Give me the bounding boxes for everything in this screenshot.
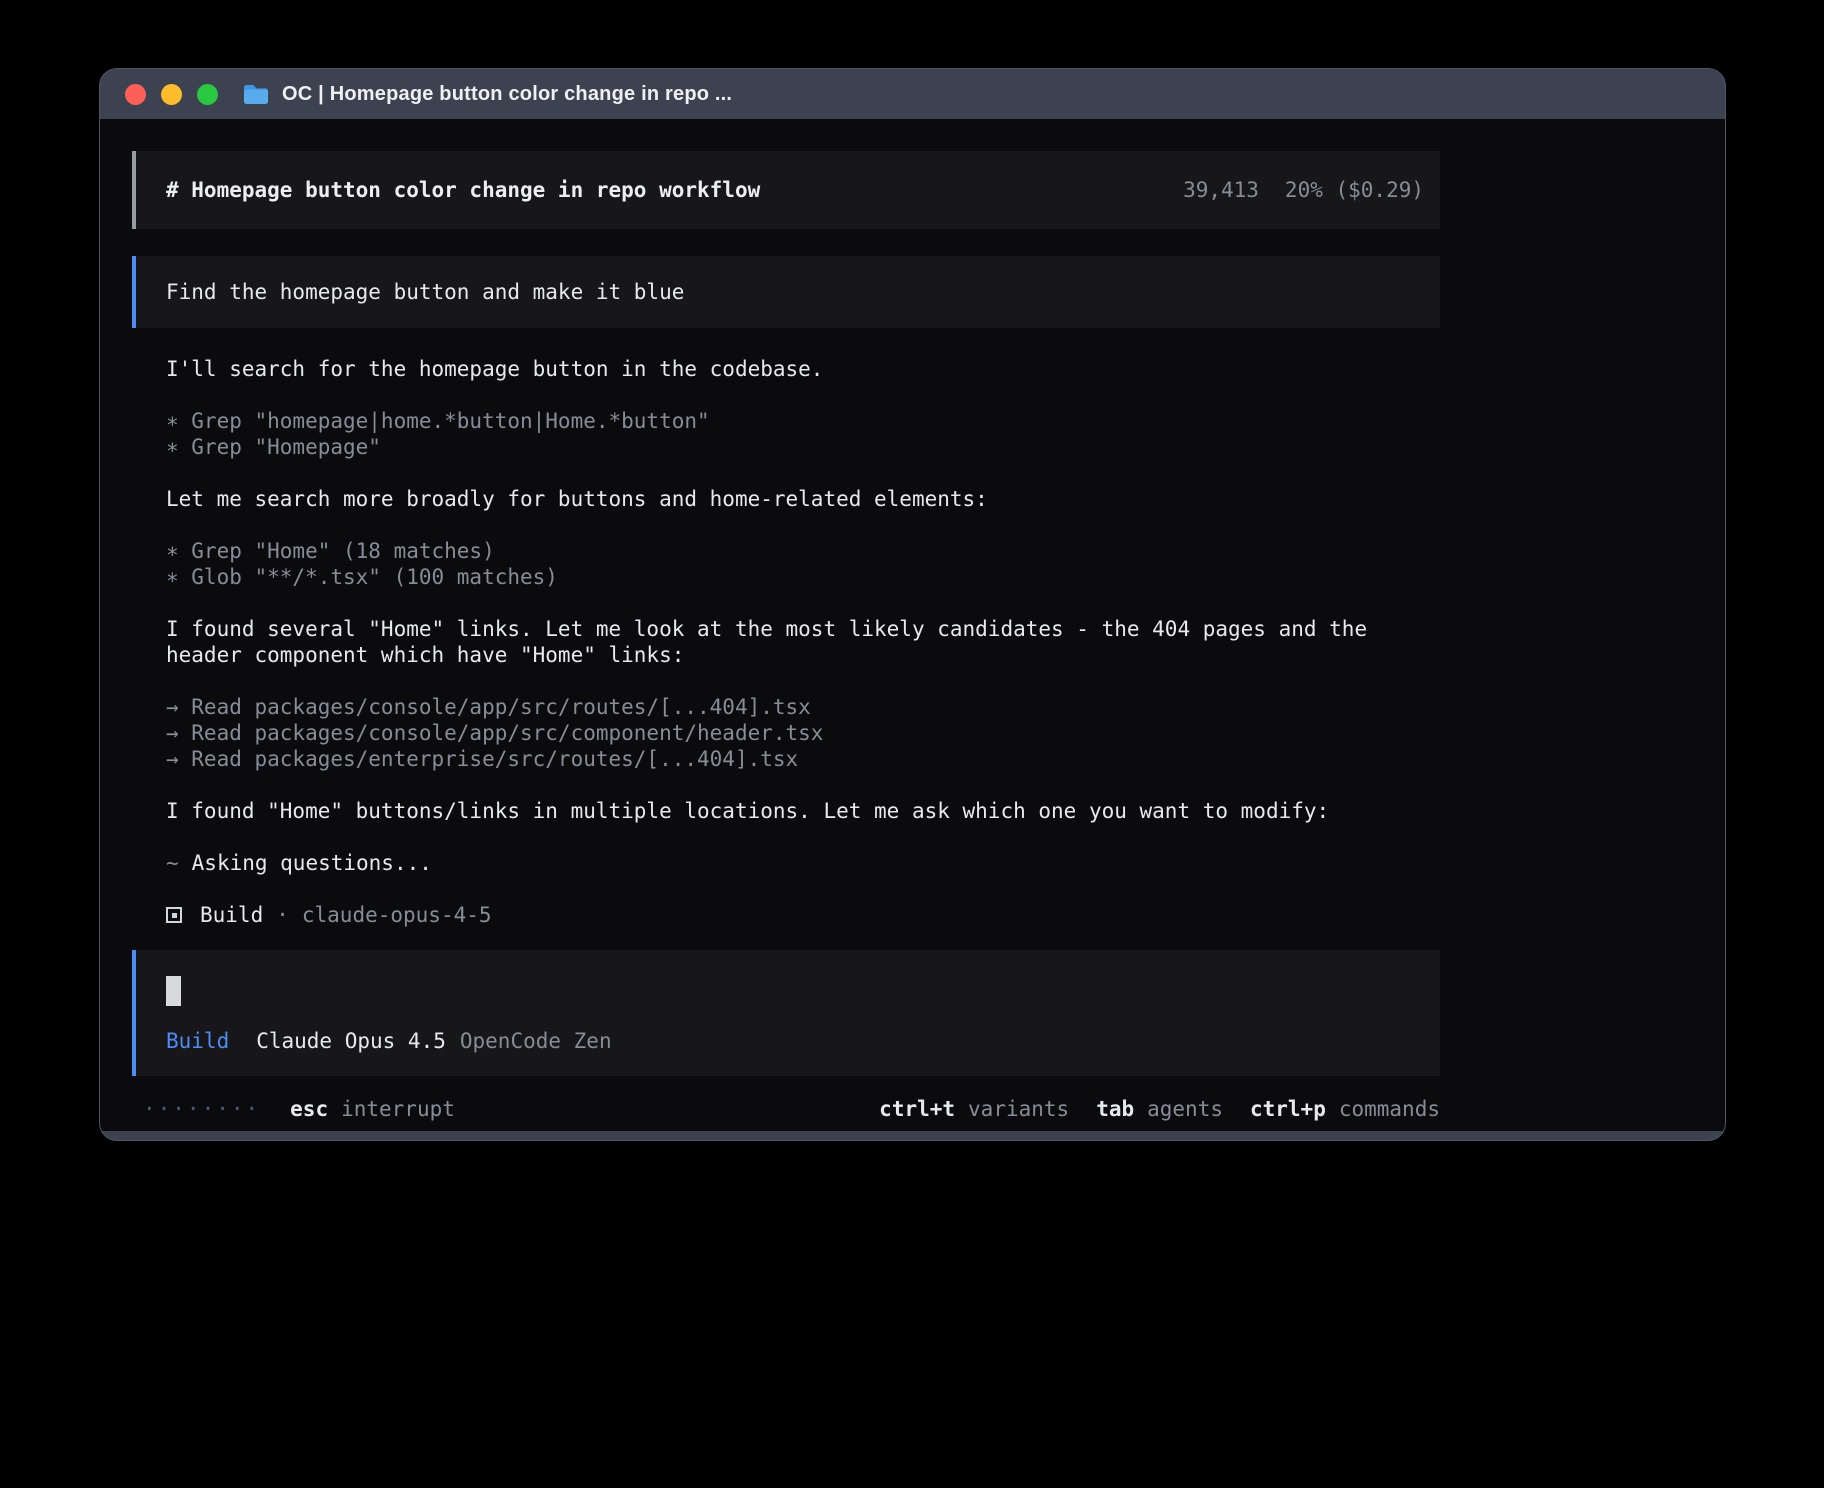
hint-interrupt: esc interrupt [290,1096,455,1122]
input-provider-label: OpenCode Zen [460,1028,612,1054]
status-footer: ········ esc interrupt ctrl+t variants t… [132,1096,1440,1122]
tool-call-group: → Read packages/console/app/src/routes/[… [166,694,1440,772]
hint-label-interrupt: interrupt [341,1096,455,1122]
session-stats: 39,413 20% ($0.29) [1183,177,1424,203]
input-model-label: Claude Opus 4.5 [256,1028,446,1054]
assistant-text: I found several "Home" links. Let me loo… [166,616,1440,668]
traffic-lights [125,84,218,105]
folder-icon [242,83,270,106]
hint-commands: ctrl+p commands [1250,1096,1440,1122]
spinner-dots: ········ [143,1096,260,1122]
agent-separator: · [276,902,289,928]
hint-label-commands: commands [1339,1096,1440,1122]
hint-key-ctrl-p: ctrl+p [1250,1096,1326,1122]
minimize-button[interactable] [161,84,182,105]
agent-build-icon [166,907,182,923]
terminal-window: OC | Homepage button color change in rep… [99,68,1726,1141]
footer-right: ctrl+t variants tab agents ctrl+p comman… [879,1096,1440,1122]
text-cursor [166,976,181,1006]
agent-indicator: Build · claude-opus-4-5 [166,902,1440,928]
zoom-button[interactable] [197,84,218,105]
hint-key-ctrl-t: ctrl+t [879,1096,955,1122]
hint-label-agents: agents [1147,1096,1223,1122]
user-message: Find the homepage button and make it blu… [132,256,1440,328]
tool-call-line: ∗ Glob "**/*.tsx" (100 matches) [166,564,1440,590]
tool-call-group: ∗ Grep "homepage|home.*button|Home.*butt… [166,408,1440,460]
terminal-content: # Homepage button color change in repo w… [100,119,1725,1131]
assistant-text: I'll search for the homepage button in t… [166,356,1440,382]
prompt-input[interactable]: Build Claude Opus 4.5 OpenCode Zen [132,950,1440,1076]
hint-agents: tab agents [1096,1096,1223,1122]
input-mode-label: Build [166,1028,229,1054]
status-prefix: ~ [166,851,179,875]
window-titlebar: OC | Homepage button color change in rep… [100,69,1725,119]
input-statusline: Build Claude Opus 4.5 OpenCode Zen [166,1028,1424,1054]
assistant-text: I found "Home" buttons/links in multiple… [166,798,1440,824]
status-line: ~ Asking questions... [166,850,1440,876]
token-count: 39,413 [1183,177,1259,203]
tool-call-line: ∗ Grep "Home" (18 matches) [166,538,1440,564]
close-button[interactable] [125,84,146,105]
tool-call-line: → Read packages/enterprise/src/routes/[.… [166,746,1440,772]
session-title: # Homepage button color change in repo w… [166,177,760,203]
tool-call-line: ∗ Grep "Homepage" [166,434,1440,460]
agent-model: claude-opus-4-5 [302,902,492,928]
user-message-text: Find the homepage button and make it blu… [166,280,684,304]
hint-key-tab: tab [1096,1096,1134,1122]
assistant-transcript: I'll search for the homepage button in t… [132,356,1440,928]
hint-key-esc: esc [290,1096,328,1122]
session-header: # Homepage button color change in repo w… [132,151,1440,229]
footer-left: ········ esc interrupt [143,1096,455,1122]
window-title: OC | Homepage button color change in rep… [282,83,732,106]
context-usage: 20% ($0.29) [1285,177,1424,203]
tool-call-line: → Read packages/console/app/src/componen… [166,720,1440,746]
status-text: Asking questions... [192,851,432,875]
hint-label-variants: variants [968,1096,1069,1122]
assistant-text: Let me search more broadly for buttons a… [166,486,1440,512]
agent-name: Build [200,902,263,928]
tool-call-line: → Read packages/console/app/src/routes/[… [166,694,1440,720]
tool-call-group: ∗ Grep "Home" (18 matches) ∗ Glob "**/*.… [166,538,1440,590]
tool-call-line: ∗ Grep "homepage|home.*button|Home.*butt… [166,408,1440,434]
hint-variants: ctrl+t variants [879,1096,1069,1122]
